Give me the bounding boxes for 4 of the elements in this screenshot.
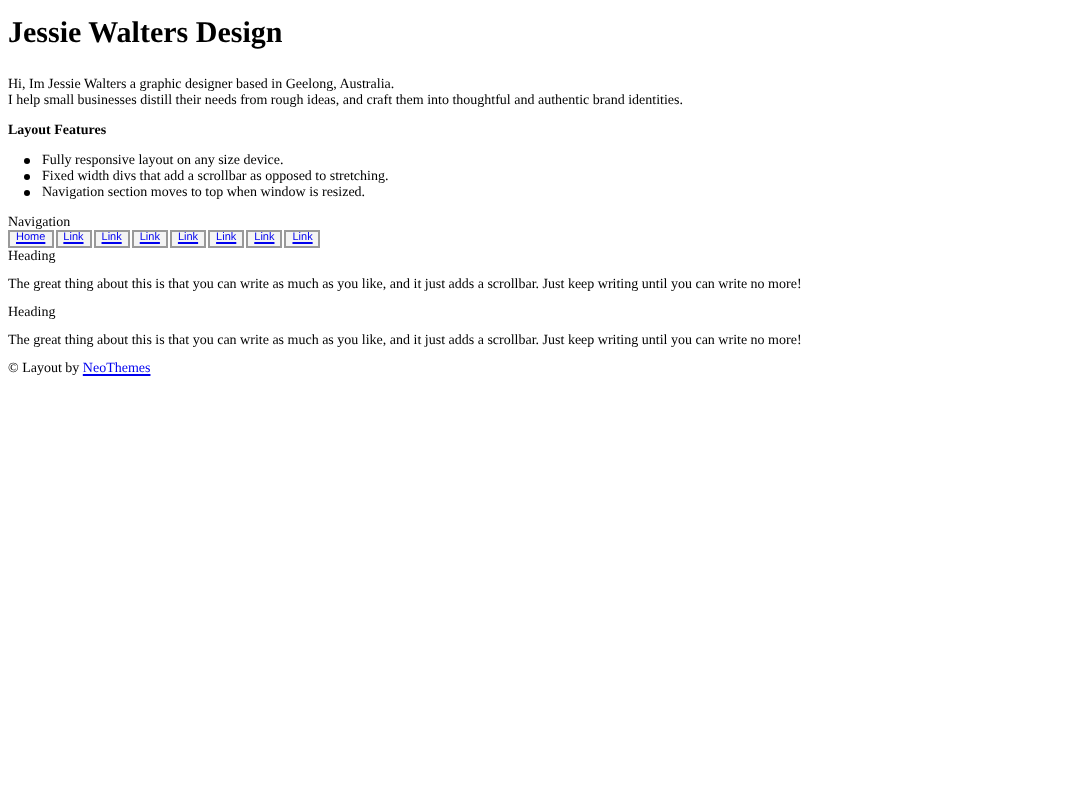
bullet-icon [24,157,30,163]
page-title: Jessie Walters Design [8,18,285,50]
bullet-icon [24,189,30,195]
bullet-icon [24,173,30,179]
